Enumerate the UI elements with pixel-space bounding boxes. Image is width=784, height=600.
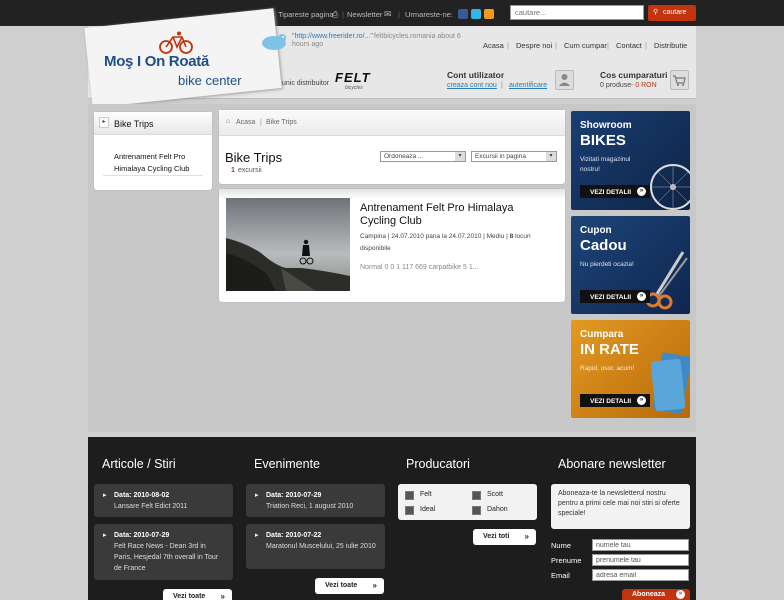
breadcrumb-current: Bike Trips [266, 119, 297, 126]
logo-subtitle: bike center [178, 73, 242, 88]
twitter-icon[interactable] [471, 9, 481, 19]
producer-dahon[interactable]: Dahon [487, 506, 508, 513]
search-input[interactable] [510, 5, 644, 20]
arrow-icon [472, 506, 481, 515]
trip-count-label: excursii [238, 167, 262, 174]
cart-total: - 0 RON [631, 82, 657, 89]
felt-logo-sub: bicycles [345, 85, 363, 91]
create-account-link[interactable]: creaza cont nou [447, 82, 497, 89]
cart-products: 0 produse [600, 82, 632, 89]
banner-installments[interactable]: Cumpara IN RATE Rapid, usor, acum! VEZI DE… [571, 320, 690, 418]
facebook-icon[interactable] [458, 9, 468, 19]
felt-logo[interactable]: FELT [335, 70, 371, 85]
producer-scott[interactable]: Scott [487, 491, 503, 498]
follow-label: Urmareste-ne: [405, 10, 453, 19]
article-item[interactable]: Data: 2010-08-02Lansare Felt Edict 2011 [94, 484, 233, 517]
print-link[interactable]: Tipareste pagina [278, 10, 334, 19]
cart-title: Cos cumparaturi [600, 70, 668, 80]
banner-showroom[interactable]: Showroom BIKES Vizitati magazinul nostru! … [571, 111, 690, 210]
rss-icon[interactable] [484, 9, 494, 19]
name-field[interactable] [592, 539, 689, 551]
producers-more-button[interactable]: Vezi toti» [473, 529, 536, 545]
banner-installments-button[interactable]: VEZI DETALII» [580, 394, 650, 407]
nav-despre-noi[interactable]: Despre noi [516, 41, 552, 50]
producers-box [398, 484, 537, 520]
email-field[interactable] [592, 569, 689, 581]
twitter-bird-icon [262, 34, 286, 50]
envelope-icon[interactable]: ✉ [384, 9, 392, 20]
name-label: Nume [551, 541, 572, 550]
home-icon[interactable]: ⌂ [226, 118, 230, 125]
tweet-text: feltbicycles.romania about 6 hours ago [292, 33, 461, 48]
subscribe-button[interactable]: Aboneaza » [622, 589, 690, 600]
bike-wheel-icon [650, 164, 690, 210]
per-page-select[interactable]: Excursii in pagina ▾ [471, 151, 557, 162]
first-name-label: Prenume [551, 556, 582, 565]
newsletter-title: Abonare newsletter [558, 457, 666, 471]
sort-select[interactable]: Ordoneaza ... ▾ [380, 151, 466, 162]
producer-ideal[interactable]: Ideal [420, 506, 435, 513]
arrow-icon [405, 491, 414, 500]
bullet-arrow-icon: ▸ [99, 117, 109, 128]
producer-felt[interactable]: Felt [420, 491, 432, 498]
account-title: Cont utilizator [447, 70, 505, 80]
nav-contact[interactable]: Contact [616, 41, 642, 50]
search-icon: ⚲ [653, 9, 659, 16]
logo[interactable]: Moş I On Roată [104, 53, 209, 70]
banner-coupon-button[interactable]: VEZI DETALII» [580, 290, 650, 303]
nav-distributie[interactable]: Distributie [654, 41, 687, 50]
distributor-label: unic distribuitor [282, 80, 330, 87]
banner-coupon[interactable]: Cupon Cadou Nu pierdeti ocazia! VEZI DETAL… [571, 216, 690, 314]
sidebar-item-trip[interactable]: Antrenament Felt Pro Himalaya Cycling Cl… [114, 151, 210, 175]
printer-icon[interactable]: ⎙ [332, 10, 338, 20]
email-label: Email [551, 571, 570, 580]
event-item[interactable]: Data: 2010-07-22Maratonul Muscelului, 25… [246, 524, 385, 569]
trip-title-link[interactable]: Antrenament Felt Pro Himalaya Cycling Cl… [360, 202, 550, 228]
newsletter-link[interactable]: Newsletter [347, 10, 382, 19]
breadcrumb-home[interactable]: Acasa [236, 119, 255, 126]
articles-title: Articole / Stiri [102, 457, 176, 471]
sidebar-title: Bike Trips [114, 119, 154, 129]
chevron-down-icon: ▾ [546, 152, 556, 161]
article-item[interactable]: Data: 2010-07-29Felt Race News - Dean 3r… [94, 524, 233, 580]
producers-title: Producatori [406, 457, 470, 471]
trip-description: Normal 0 0 1 117 669 carpatbike 5 1... [360, 264, 479, 271]
nav-acasa[interactable]: Acasa [483, 41, 504, 50]
nav-cum-cumpar[interactable]: Cum cumpar [564, 41, 607, 50]
newsletter-text: Aboneaza-te la newsletterul nostru pentr… [551, 484, 690, 529]
page-title: Bike Trips [225, 150, 283, 165]
credit-card-icon [651, 352, 690, 414]
arrow-icon [472, 491, 481, 500]
articles-more-button[interactable]: Vezi toate» [163, 589, 232, 600]
event-item[interactable]: Data: 2010-07-29Triation Reci, 1 august … [246, 484, 385, 517]
login-link[interactable]: autentificare [509, 82, 547, 89]
arrow-icon [405, 506, 414, 515]
trip-photo[interactable] [226, 198, 350, 291]
trip-count: 1 [231, 167, 235, 174]
bicycle-logo-icon [159, 31, 193, 54]
chevron-down-icon: ▾ [455, 152, 465, 161]
banner-showroom-button[interactable]: VEZI DETALII» [580, 185, 650, 198]
cart-icon[interactable] [670, 70, 689, 90]
first-name-field[interactable] [592, 554, 689, 566]
events-title: Evenimente [254, 457, 321, 471]
user-icon[interactable] [555, 70, 574, 90]
events-more-button[interactable]: Vezi toate» [315, 578, 384, 594]
search-button[interactable]: ⚲ cautare [648, 5, 696, 21]
trip-meta: Campina | 24.07.2010 pana la 24.07.2010 … [360, 233, 531, 252]
